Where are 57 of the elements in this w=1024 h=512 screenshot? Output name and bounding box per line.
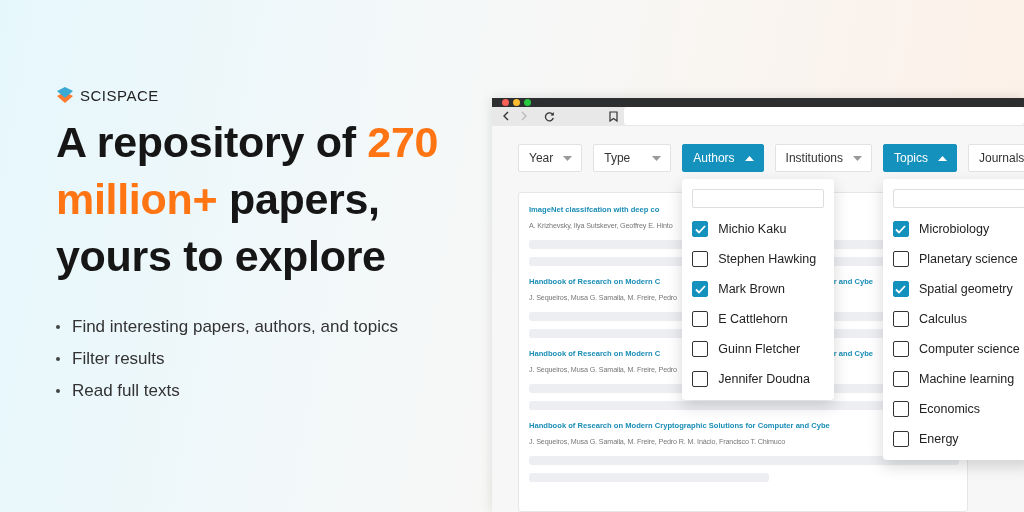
checkbox[interactable] <box>692 251 709 267</box>
bullet-dot <box>56 325 60 329</box>
back-icon[interactable] <box>502 111 510 122</box>
close-button[interactable] <box>502 98 509 106</box>
bullet-text: Find interesting papers, authors, and topics <box>72 317 399 337</box>
option-label[interactable]: Mark Brown <box>718 282 785 296</box>
filter-button[interactable]: Journals <box>968 144 1024 172</box>
filter-button[interactable]: Type <box>593 144 672 172</box>
caret-icon <box>563 155 573 161</box>
option-label[interactable]: Spatial geometry <box>919 282 1013 296</box>
minimize-button[interactable] <box>513 98 520 106</box>
option-label[interactable]: Economics <box>919 402 981 416</box>
filter-button[interactable]: Topics <box>883 144 957 172</box>
reload-icon[interactable] <box>544 110 555 122</box>
option-label[interactable]: Energy <box>919 432 959 446</box>
option-label[interactable]: Machine learning <box>919 372 1015 386</box>
option-label[interactable]: Michio Kaku <box>718 222 787 236</box>
checkbox[interactable] <box>893 311 909 327</box>
option-label[interactable]: E Cattlehorn <box>718 312 788 326</box>
checkbox[interactable] <box>893 281 909 297</box>
caret-icon <box>938 155 947 161</box>
maximize-button[interactable] <box>524 98 531 106</box>
checkbox[interactable] <box>893 371 909 387</box>
address-field[interactable] <box>624 107 1024 126</box>
search-field[interactable] <box>692 189 825 208</box>
checkbox[interactable] <box>893 341 909 357</box>
option-label[interactable]: Stephen Hawking <box>718 252 817 266</box>
checkbox[interactable] <box>692 371 709 387</box>
checkbox[interactable] <box>692 281 709 297</box>
bullet-text: Read full texts <box>72 381 180 401</box>
checkbox[interactable] <box>893 401 909 417</box>
filter-button[interactable]: Institutions <box>774 144 872 172</box>
logo-icon <box>56 86 74 104</box>
checkbox[interactable] <box>893 431 909 447</box>
bullet-dot <box>56 357 60 361</box>
option-label[interactable]: Computer science <box>919 342 1020 356</box>
caret-icon <box>853 155 862 161</box>
option-label[interactable]: Jennifer Doudna <box>718 372 810 386</box>
search-field[interactable] <box>893 189 1024 208</box>
bookmark-icon[interactable] <box>609 110 618 122</box>
option-label[interactable]: Microbiology <box>919 222 990 236</box>
option-label[interactable]: Guinn Fletcher <box>718 342 801 356</box>
headline: A repository of 270 million+ papers, yours to explore <box>56 117 440 282</box>
checkbox[interactable] <box>893 221 909 237</box>
caret-icon <box>744 155 754 161</box>
option-label[interactable]: Calculus <box>919 312 967 326</box>
checkbox[interactable] <box>692 341 709 357</box>
caret-icon <box>652 155 662 161</box>
checkbox[interactable] <box>893 251 909 267</box>
filter-button[interactable]: Year <box>518 144 583 172</box>
bullet-dot <box>56 389 60 393</box>
option-label[interactable]: Planetary science <box>919 252 1018 266</box>
filter-button[interactable]: Authors <box>682 144 764 172</box>
bullet-text: Filter results <box>72 349 165 369</box>
brand-name: SCISPACE <box>80 86 159 104</box>
checkbox[interactable] <box>692 221 709 237</box>
checkbox[interactable] <box>692 311 709 327</box>
